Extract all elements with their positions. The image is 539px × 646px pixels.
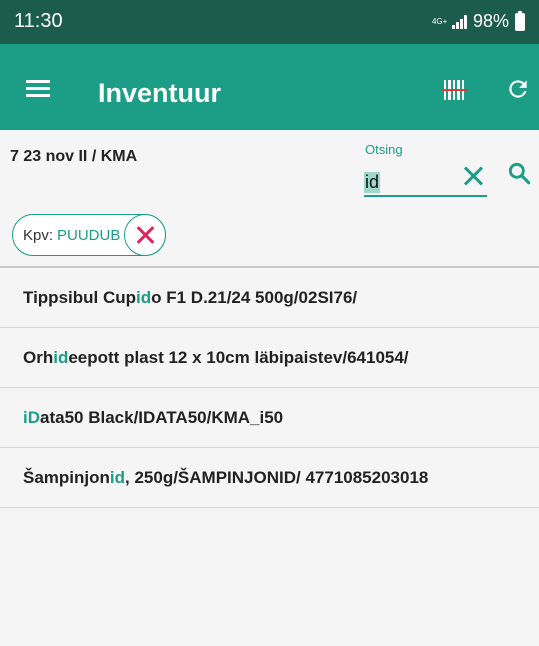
chip-value: PUUDUB — [57, 226, 121, 244]
search-icon[interactable] — [506, 160, 532, 186]
item-text-before: Orh — [23, 347, 54, 367]
item-match: id — [109, 467, 126, 487]
item-match: iD — [23, 407, 40, 427]
clear-icon[interactable] — [462, 165, 484, 187]
list-item[interactable]: Orh id eepott plast 12 x 10cm läbipaistev/… — [0, 328, 539, 388]
menu-icon[interactable] — [26, 80, 50, 98]
close-icon[interactable] — [124, 214, 167, 256]
barcode-icon[interactable] — [442, 80, 468, 100]
item-text-after: , 250g/ŠAMPINJONID/ 4771085203018 — [125, 467, 429, 487]
chip-label: Kpv: — [23, 226, 54, 244]
item-text-before: Šampinjon — [23, 467, 110, 487]
item-match: id — [53, 347, 69, 367]
network-type: 4G+ — [431, 16, 448, 26]
signal-icon — [451, 14, 467, 29]
list-item[interactable]: Tippsibul Cup id o F1 D.21/24 500g/02SI76/ — [0, 268, 539, 328]
battery-level: 98% — [472, 11, 509, 31]
app-title: Inventuur — [98, 78, 222, 108]
search-label: Otsing — [365, 142, 403, 157]
status-bar: 11:30 4G+ 98% — [0, 0, 539, 44]
page-subtitle: 7 23 nov II / KMA — [10, 148, 138, 165]
item-text-after: o F1 D.21/24 500g/02SI76/ — [151, 287, 358, 307]
search-value[interactable]: id — [364, 172, 381, 193]
battery-icon — [515, 10, 525, 31]
app-bar: Inventuur — [0, 44, 539, 130]
status-time: 11:30 — [14, 10, 63, 32]
item-text-after: ata50 Black/IDATA50/KMA_i50 — [40, 407, 284, 427]
status-icons: 4G+ 98% — [431, 10, 525, 32]
item-text-after: eepott plast 12 x 10cm läbipaistev/64105… — [68, 347, 409, 367]
list-item[interactable]: iD ata50 Black/IDATA50/KMA_i50 — [0, 388, 539, 448]
item-text-before: Tippsibul Cup — [23, 287, 137, 307]
list-item[interactable]: Šampinjon id, 250g/ŠAMPINJONID/ 477108520… — [0, 448, 539, 508]
refresh-icon[interactable] — [505, 76, 531, 102]
item-list: Tippsibul Cup id o F1 D.21/24 500g/02SI76/… — [0, 266, 539, 508]
date-filter-chip: Kpv: PUUDUB — [12, 214, 167, 256]
item-match: id — [136, 287, 152, 307]
